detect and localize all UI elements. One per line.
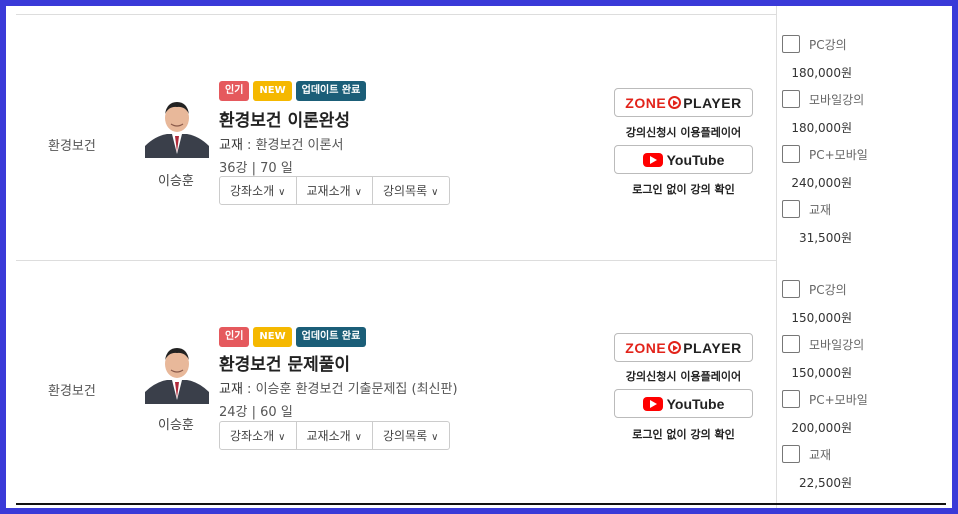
book-intro-button[interactable]: 교재소개 ∨ — [297, 177, 373, 204]
play-circle-icon — [668, 96, 682, 109]
youtube-label: YouTube — [666, 395, 725, 412]
button-label: 교재소개 — [306, 429, 351, 443]
option-checkbox[interactable] — [782, 445, 800, 463]
button-label: 교재소개 — [306, 184, 351, 198]
zone-player-button[interactable]: ZONE PLAYER — [614, 333, 753, 362]
option-price: 240,000원 — [791, 176, 852, 190]
book-title: 환경보건 이론서 — [255, 138, 344, 153]
subject-label: 환경보건 — [48, 384, 96, 399]
option-checkbox[interactable] — [782, 200, 800, 218]
option-label: PC강의 — [809, 283, 847, 297]
player-text: PLAYER — [683, 339, 742, 356]
subject-label: 환경보건 — [48, 139, 96, 154]
option-label: 교재 — [809, 203, 832, 217]
book-label: 교재 — [219, 138, 243, 153]
chevron-down-icon: ∨ — [431, 187, 439, 198]
book-separator: : — [242, 138, 256, 153]
player-caption: 강의신청시 이용플레이어 — [625, 126, 742, 139]
youtube-button[interactable]: YouTube — [614, 389, 753, 418]
player-text: PLAYER — [683, 94, 742, 111]
course-list: 환경보건 이승훈 인기 NEW 업데이트 완료 환경보건 이론완성 교재 : 환… — [6, 6, 952, 508]
course-title[interactable]: 환경보건 이론완성 — [219, 106, 350, 131]
button-label: 강좌소개 — [230, 184, 275, 198]
book-intro-button[interactable]: 교재소개 ∨ — [297, 422, 373, 449]
option-checkbox[interactable] — [782, 35, 800, 53]
option-checkbox[interactable] — [782, 90, 800, 108]
book-title: 이승훈 환경보건 기출문제집 (최신판) — [255, 382, 458, 397]
lecture-list-button[interactable]: 강의목록 ∨ — [373, 177, 449, 204]
new-badge: NEW — [253, 327, 292, 347]
option-label: 모바일강의 — [809, 338, 865, 352]
zone-text: ZONE — [625, 339, 667, 356]
divider — [776, 6, 777, 508]
teacher-photo — [145, 96, 209, 158]
play-circle-icon — [668, 341, 682, 354]
option-checkbox[interactable] — [782, 280, 800, 298]
option-label: 교재 — [809, 448, 832, 462]
lecture-list-button[interactable]: 강의목록 ∨ — [373, 422, 449, 449]
option-label: 모바일강의 — [809, 93, 865, 107]
option-checkbox[interactable] — [782, 145, 800, 163]
option-checkbox[interactable] — [782, 335, 800, 353]
option-label: PC+모바일 — [809, 393, 868, 407]
zone-text: ZONE — [625, 94, 667, 111]
book-info: 교재 : 환경보건 이론서 — [219, 134, 343, 153]
badge-group: 인기 NEW 업데이트 완료 — [219, 327, 367, 347]
youtube-icon — [642, 152, 663, 167]
option-label: PC+모바일 — [809, 148, 868, 162]
popular-badge: 인기 — [219, 81, 250, 101]
course-meta: 24강 | 60 일 — [219, 405, 293, 420]
popular-badge: 인기 — [219, 327, 250, 347]
option-price: 150,000원 — [791, 366, 852, 380]
chevron-down-icon: ∨ — [354, 187, 362, 198]
youtube-button[interactable]: YouTube — [614, 145, 753, 174]
teacher-photo — [145, 342, 209, 404]
option-checkbox[interactable] — [782, 390, 800, 408]
button-label: 강의목록 — [383, 429, 428, 443]
youtube-label: YouTube — [666, 151, 725, 168]
course-row: 환경보건 이승훈 인기 NEW 업데이트 완료 환경보건 문제풀이 교재 : 이… — [6, 261, 776, 506]
youtube-icon — [642, 396, 663, 411]
course-title[interactable]: 환경보건 문제풀이 — [219, 350, 350, 375]
chevron-down-icon: ∨ — [354, 432, 362, 443]
book-label: 교재 — [219, 382, 243, 397]
update-badge: 업데이트 완료 — [295, 327, 367, 347]
badge-group: 인기 NEW 업데이트 완료 — [219, 81, 367, 101]
option-price: 180,000원 — [791, 121, 852, 135]
course-meta: 36강 | 70 일 — [219, 161, 293, 176]
option-price: 180,000원 — [791, 66, 852, 80]
course-intro-button[interactable]: 강좌소개 ∨ — [220, 177, 297, 204]
youtube-caption: 로그인 없이 강의 확인 — [632, 183, 735, 196]
youtube-caption: 로그인 없이 강의 확인 — [632, 428, 735, 441]
chevron-down-icon: ∨ — [278, 187, 286, 198]
button-label: 강좌소개 — [230, 429, 275, 443]
player-caption: 강의신청시 이용플레이어 — [625, 370, 742, 383]
option-label: PC강의 — [809, 38, 847, 52]
option-price: 22,500원 — [798, 476, 852, 490]
course-intro-button[interactable]: 강좌소개 ∨ — [220, 422, 297, 449]
option-price: 31,500원 — [798, 231, 852, 245]
new-badge: NEW — [253, 81, 292, 101]
teacher-name: 이승훈 — [158, 418, 194, 433]
book-info: 교재 : 이승훈 환경보건 기출문제집 (최신판) — [219, 378, 458, 397]
course-row: 환경보건 이승훈 인기 NEW 업데이트 완료 환경보건 이론완성 교재 : 환… — [6, 15, 776, 260]
chevron-down-icon: ∨ — [278, 432, 286, 443]
zone-player-button[interactable]: ZONE PLAYER — [614, 88, 753, 117]
option-price: 150,000원 — [791, 311, 852, 325]
book-separator: : — [242, 382, 256, 397]
course-button-group: 강좌소개 ∨ 교재소개 ∨ 강의목록 ∨ — [219, 176, 450, 205]
teacher-name: 이승훈 — [158, 174, 194, 189]
chevron-down-icon: ∨ — [431, 432, 439, 443]
update-badge: 업데이트 완료 — [295, 81, 367, 101]
option-price: 200,000원 — [791, 421, 852, 435]
course-button-group: 강좌소개 ∨ 교재소개 ∨ 강의목록 ∨ — [219, 421, 450, 450]
button-label: 강의목록 — [383, 184, 428, 198]
